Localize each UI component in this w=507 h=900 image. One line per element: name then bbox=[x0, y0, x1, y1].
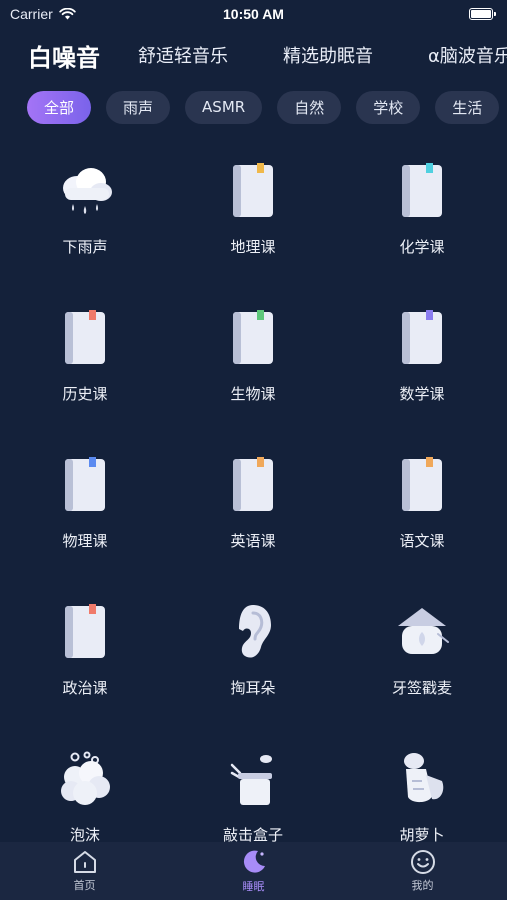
sound-label: 语文课 bbox=[399, 532, 445, 550]
box-icon bbox=[222, 748, 284, 810]
sound-label: 政治课 bbox=[62, 679, 108, 697]
nav-home[interactable]: 首页 bbox=[0, 842, 169, 900]
nav-label: 睡眠 bbox=[242, 880, 265, 893]
book-icon bbox=[391, 307, 453, 369]
sound-label: 化学课 bbox=[399, 238, 445, 256]
sound-item-physics[interactable]: 物理课 bbox=[25, 444, 145, 574]
chip-nature[interactable]: 自然 bbox=[277, 90, 342, 124]
tab-label: α脑波音乐 bbox=[428, 46, 507, 67]
nav-label: 首页 bbox=[73, 879, 96, 892]
moon-icon bbox=[243, 850, 265, 873]
book-icon bbox=[391, 160, 453, 222]
top-tabs: 白噪音 舒适轻音乐 精选助眠音 α脑波音乐 bbox=[0, 30, 507, 80]
chip-life[interactable]: 生活 bbox=[435, 90, 500, 124]
smile-icon bbox=[410, 850, 435, 874]
sound-label: 英语课 bbox=[230, 532, 276, 550]
carrier-label: Carrier bbox=[10, 6, 53, 22]
nav-label: 我的 bbox=[411, 879, 434, 892]
sound-label: 生物课 bbox=[230, 385, 276, 403]
status-time: 10:50 AM bbox=[223, 6, 284, 22]
chip-all[interactable]: 全部 bbox=[27, 90, 92, 124]
bottom-nav: 首页 睡眠 我的 bbox=[0, 842, 507, 900]
status-left: Carrier bbox=[10, 6, 76, 22]
sound-label: 下雨声 bbox=[62, 238, 108, 256]
battery-icon bbox=[469, 8, 496, 20]
sound-item-ear-cleaning[interactable]: 掏耳朵 bbox=[193, 591, 313, 721]
tab-light-music[interactable]: 舒适轻音乐 bbox=[138, 42, 228, 68]
sound-item-chemistry[interactable]: 化学课 bbox=[362, 150, 482, 280]
tab-sleep-aid[interactable]: 精选助眠音 bbox=[283, 42, 373, 68]
tab-alpha-wave[interactable]: α脑波音乐 bbox=[428, 42, 507, 68]
tab-label: 精选助眠音 bbox=[283, 46, 373, 67]
sound-label: 物理课 bbox=[62, 532, 108, 550]
sound-label: 历史课 bbox=[62, 385, 108, 403]
chip-rain[interactable]: 雨声 bbox=[106, 90, 171, 124]
ear-icon bbox=[222, 601, 284, 663]
sound-item-toothpick-mic[interactable]: 牙签戳麦 bbox=[362, 591, 482, 721]
sound-label: 数学课 bbox=[399, 385, 445, 403]
book-icon bbox=[222, 307, 284, 369]
mic-cover-icon bbox=[391, 601, 453, 663]
nav-sleep[interactable]: 睡眠 bbox=[169, 842, 338, 900]
wifi-icon bbox=[59, 8, 76, 20]
foam-icon bbox=[54, 748, 116, 810]
chip-asmr[interactable]: ASMR bbox=[185, 90, 263, 124]
book-icon bbox=[222, 454, 284, 516]
sound-item-chinese[interactable]: 语文课 bbox=[362, 444, 482, 574]
status-bar: Carrier 10:50 AM bbox=[0, 0, 507, 28]
tab-label: 舒适轻音乐 bbox=[138, 46, 228, 67]
rain-cloud-icon bbox=[54, 160, 116, 222]
sound-item-geography[interactable]: 地理课 bbox=[193, 150, 313, 280]
home-icon bbox=[73, 851, 96, 873]
filter-chips: 全部 雨声 ASMR 自然 学校 生活 bbox=[0, 89, 507, 125]
book-icon bbox=[54, 454, 116, 516]
tab-white-noise[interactable]: 白噪音 bbox=[28, 38, 100, 73]
book-icon bbox=[391, 454, 453, 516]
sound-item-rain[interactable]: 下雨声 bbox=[25, 150, 145, 280]
sound-label: 掏耳朵 bbox=[230, 679, 276, 697]
sound-label: 地理课 bbox=[230, 238, 276, 256]
book-icon bbox=[54, 601, 116, 663]
sound-label: 牙签戳麦 bbox=[391, 679, 452, 697]
chip-school[interactable]: 学校 bbox=[356, 90, 421, 124]
book-icon bbox=[54, 307, 116, 369]
sound-item-math[interactable]: 数学课 bbox=[362, 297, 482, 427]
sound-item-english[interactable]: 英语课 bbox=[193, 444, 313, 574]
sound-item-politics[interactable]: 政治课 bbox=[25, 591, 145, 721]
book-icon bbox=[222, 160, 284, 222]
carrot-icon bbox=[391, 748, 453, 810]
sound-item-history[interactable]: 历史课 bbox=[25, 297, 145, 427]
tab-label: 白噪音 bbox=[28, 43, 100, 72]
sound-item-biology[interactable]: 生物课 bbox=[193, 297, 313, 427]
nav-profile[interactable]: 我的 bbox=[338, 842, 507, 900]
